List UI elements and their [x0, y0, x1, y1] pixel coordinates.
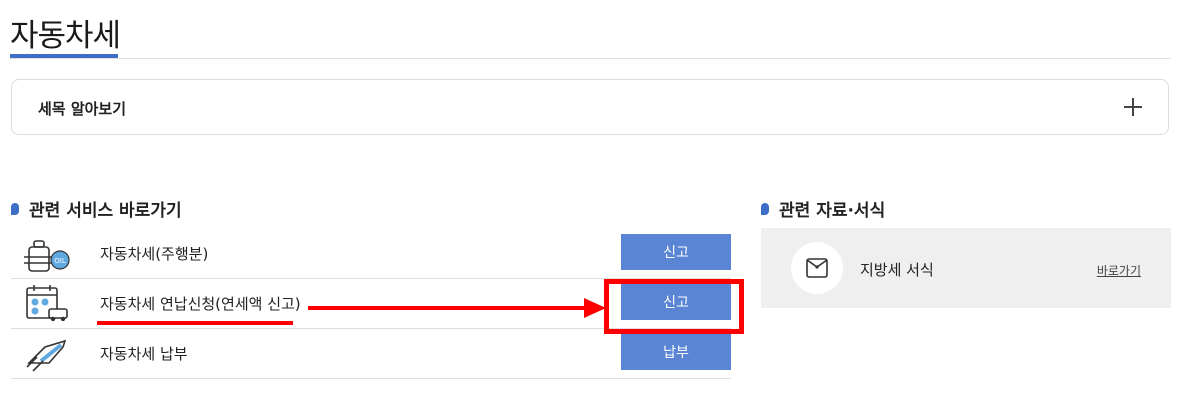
services-heading: 관련 서비스 바로가기 [11, 196, 182, 221]
services-heading-text: 관련 서비스 바로가기 [29, 201, 182, 221]
annotation-underline [97, 321, 293, 325]
fuel-tank-oil-icon: OIL [24, 240, 70, 272]
pay-button[interactable]: 납부 [621, 334, 731, 370]
service-row-driving: OIL 자동차세(주행분) 신고 [11, 229, 731, 279]
svg-text:OIL: OIL [54, 257, 66, 265]
service-label: 자동차세 납부 [100, 345, 188, 363]
bullet-icon [11, 202, 19, 215]
documents-item-label: 지방세 서식 [860, 261, 934, 279]
calendar-car-icon [26, 285, 68, 322]
tax-info-label: 세목 알아보기 [38, 100, 127, 118]
annotation-arrow [308, 298, 606, 318]
report-button[interactable]: 신고 [621, 234, 731, 270]
documents-heading: 관련 자료·서식 [761, 196, 885, 221]
bullet-icon [761, 202, 769, 215]
documents-panel: 지방세 서식 바로가기 [761, 228, 1171, 308]
tax-info-accordion[interactable]: 세목 알아보기 [11, 79, 1169, 135]
envelope-icon [806, 258, 828, 278]
service-label: 자동차세 연납신청(연세액 신고) [100, 295, 301, 313]
title-divider [10, 58, 1171, 59]
go-to-link[interactable]: 바로가기 [1097, 262, 1141, 279]
card-payment-icon [26, 339, 67, 372]
annotation-highlight-box [604, 279, 744, 334]
page-title: 자동차세 [10, 18, 121, 54]
plus-icon[interactable] [1124, 98, 1142, 116]
envelope-icon-wrap [791, 242, 843, 294]
service-label: 자동차세(주행분) [100, 245, 209, 263]
documents-heading-text: 관련 자료·서식 [779, 201, 886, 221]
service-row-payment: 자동차세 납부 납부 [11, 329, 731, 379]
